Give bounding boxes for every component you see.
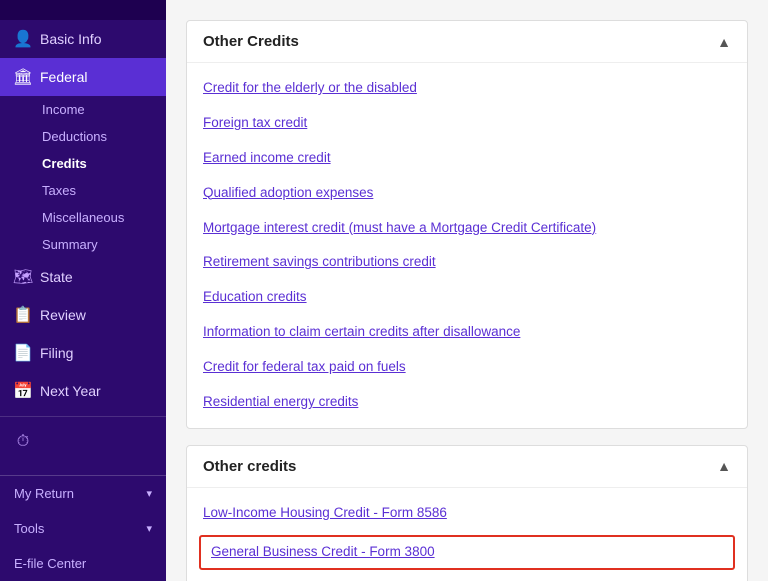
my-return-chevron: ▾: [146, 487, 152, 500]
section-header-other-credits-top[interactable]: Other Credits ▲: [187, 21, 747, 63]
sidebar-bottom-e-file-center[interactable]: E-file Center: [0, 546, 166, 581]
sidebar: 👤 Basic Info 🏛 Federal IncomeDeductionsC…: [0, 0, 166, 581]
sidebar-subitem-summary[interactable]: Summary: [0, 231, 166, 258]
sidebar-subitem-income[interactable]: Income: [0, 96, 166, 123]
link-elderly-disabled[interactable]: Credit for the elderly or the disabled: [187, 71, 747, 106]
sidebar-item-review[interactable]: 📋 Review: [0, 296, 166, 334]
e-file-center-label: E-file Center: [14, 556, 86, 571]
sections-container: Other Credits ▲ Credit for the elderly o…: [186, 20, 748, 581]
tools-chevron: ▾: [146, 522, 152, 535]
federal-label: Federal: [40, 69, 87, 85]
sidebar-item-basic-info[interactable]: 👤 Basic Info: [0, 20, 166, 58]
sidebar-bottom-my-return[interactable]: My Return ▾: [0, 476, 166, 511]
basic-info-label: Basic Info: [40, 31, 101, 47]
review-label: Review: [40, 307, 86, 323]
next-year-icon: 📅: [14, 382, 32, 400]
state-icon: 🗺: [14, 268, 32, 286]
sidebar-item-federal[interactable]: 🏛 Federal: [0, 58, 166, 96]
file-extension-icon: ⏱: [14, 433, 32, 451]
sidebar-subitem-miscellaneous[interactable]: Miscellaneous: [0, 204, 166, 231]
link-fuel-tax[interactable]: Credit for federal tax paid on fuels: [187, 350, 747, 385]
filing-label: Filing: [40, 345, 73, 361]
link-retirement-savings[interactable]: Retirement savings contributions credit: [187, 245, 747, 280]
link-education[interactable]: Education credits: [187, 280, 747, 315]
link-earned-income[interactable]: Earned income credit: [187, 141, 747, 176]
section-other-credits-top: Other Credits ▲ Credit for the elderly o…: [186, 20, 748, 429]
federal-icon: 🏛: [14, 68, 32, 86]
section-other-credits-bottom: Other credits ▲ Low-Income Housing Credi…: [186, 445, 748, 581]
basic-info-icon: 👤: [14, 30, 32, 48]
section-header-other-credits-bottom[interactable]: Other credits ▲: [187, 446, 747, 488]
state-label: State: [40, 269, 73, 285]
sidebar-item-next-year[interactable]: 📅 Next Year: [0, 372, 166, 410]
sidebar-bottom: My Return ▾ Tools ▾ E-file Center: [0, 475, 166, 581]
sidebar-header: [0, 0, 166, 20]
collapse-icon-other-credits-top: ▲: [717, 34, 731, 50]
sidebar-bottom-tools[interactable]: Tools ▾: [0, 511, 166, 546]
section-links-other-credits-top: Credit for the elderly or the disabledFo…: [187, 63, 747, 428]
link-mortgage-interest[interactable]: Mortgage interest credit (must have a Mo…: [187, 211, 747, 246]
sidebar-nav: 👤 Basic Info 🏛 Federal IncomeDeductionsC…: [0, 20, 166, 410]
sidebar-item-filing[interactable]: 📄 Filing: [0, 334, 166, 372]
tools-label: Tools: [14, 521, 44, 536]
link-general-business[interactable]: General Business Credit - Form 3800: [199, 535, 735, 570]
sidebar-bottom-items: My Return ▾ Tools ▾ E-file Center: [0, 476, 166, 581]
main-content: Other Credits ▲ Credit for the elderly o…: [166, 0, 768, 581]
sidebar-subitem-taxes[interactable]: Taxes: [0, 177, 166, 204]
sidebar-item-state[interactable]: 🗺 State: [0, 258, 166, 296]
sidebar-subitem-deductions[interactable]: Deductions: [0, 123, 166, 150]
link-foreign-tax[interactable]: Foreign tax credit: [187, 106, 747, 141]
section-title-other-credits-top: Other Credits: [203, 33, 299, 50]
sidebar-subnav-federal: IncomeDeductionsCreditsTaxesMiscellaneou…: [0, 96, 166, 258]
next-year-label: Next Year: [40, 383, 101, 399]
section-links-other-credits-bottom: Low-Income Housing Credit - Form 8586 Gen…: [187, 488, 747, 581]
link-prior-year-min-tax[interactable]: Credit for Prior Year Minimum Tax - Form…: [187, 574, 747, 581]
sidebar-item-file-extension[interactable]: ⏱: [0, 423, 166, 461]
my-return-label: My Return: [14, 486, 74, 501]
link-adoption[interactable]: Qualified adoption expenses: [187, 176, 747, 211]
link-low-income-housing[interactable]: Low-Income Housing Credit - Form 8586: [187, 496, 747, 531]
link-claim-certain[interactable]: Information to claim certain credits aft…: [187, 315, 747, 350]
link-residential-energy[interactable]: Residential energy credits: [187, 385, 747, 420]
sidebar-subitem-credits[interactable]: Credits: [0, 150, 166, 177]
filing-icon: 📄: [14, 344, 32, 362]
review-icon: 📋: [14, 306, 32, 324]
collapse-icon-other-credits-bottom: ▲: [717, 458, 731, 474]
section-title-other-credits-bottom: Other credits: [203, 458, 296, 475]
